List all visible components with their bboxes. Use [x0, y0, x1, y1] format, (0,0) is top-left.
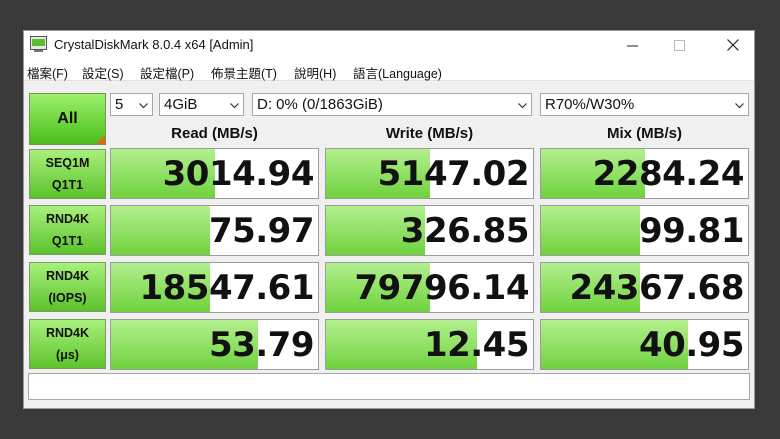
app-icon	[30, 36, 47, 52]
maximize-button[interactable]	[656, 31, 702, 59]
seq1m-q1t1-button[interactable]: SEQ1M Q1T1	[29, 149, 106, 199]
drive-select[interactable]: D: 0% (0/1863GiB)	[252, 93, 532, 116]
menu-language[interactable]: 語言(Language)	[353, 63, 442, 82]
test-count-select[interactable]: 5	[110, 93, 153, 116]
menu-help[interactable]: 說明(H)	[294, 63, 336, 82]
read-value: 18547.61	[139, 267, 314, 308]
menu-file[interactable]: 檔案(F)	[27, 63, 68, 82]
write-value: 326.85	[400, 210, 530, 251]
test-size-select[interactable]: 4GiB	[159, 93, 244, 116]
write-value: 5147.02	[377, 153, 530, 194]
result-cell-mix: 24367.68	[540, 262, 749, 313]
title-bar: CrystalDiskMark 8.0.4 x64 [Admin]	[24, 31, 754, 59]
row-label-line2: (μs)	[56, 348, 79, 362]
mix-value: 24367.68	[569, 267, 744, 308]
row-label-line1: RND4K	[45, 326, 90, 340]
read-value: 75.97	[208, 210, 315, 251]
score-bar	[111, 206, 211, 255]
mix-column-header: Mix (MB/s)	[607, 125, 682, 142]
window-title: CrystalDiskMark 8.0.4 x64 [Admin]	[54, 37, 254, 52]
row-label-line1: RND4K	[45, 269, 90, 283]
row-label-line2: (IOPS)	[48, 291, 87, 305]
chevron-down-icon	[518, 101, 527, 110]
chevron-down-icon	[139, 101, 148, 110]
menu-settings[interactable]: 設定(S)	[82, 63, 124, 82]
rnd4k-iops-button[interactable]: RND4K (IOPS)	[29, 262, 106, 312]
mix-mode-select[interactable]: R70%/W30%	[540, 93, 749, 116]
mix-value: 99.81	[638, 210, 745, 251]
row-label-line2: Q1T1	[51, 234, 84, 248]
test-count-value: 5	[115, 96, 124, 113]
chevron-down-icon	[735, 101, 744, 110]
result-cell-write: 79796.14	[325, 262, 534, 313]
result-cell-mix: 2284.24	[540, 148, 749, 199]
menu-theme[interactable]: 佈景主題(T)	[211, 63, 277, 82]
drive-value: D: 0% (0/1863GiB)	[257, 96, 383, 113]
rnd4k-q1t1-button[interactable]: RND4K Q1T1	[29, 205, 106, 255]
result-cell-mix: 99.81	[540, 205, 749, 256]
write-value: 79796.14	[354, 267, 529, 308]
minimize-button[interactable]	[609, 31, 655, 59]
all-button[interactable]: All	[29, 93, 106, 145]
result-cell-read: 53.79	[110, 319, 319, 370]
mix-value: 2284.24	[592, 153, 745, 194]
write-column-header: Write (MB/s)	[385, 125, 474, 142]
score-bar	[541, 206, 641, 255]
result-cell-mix: 40.95	[540, 319, 749, 370]
write-value: 12.45	[423, 324, 530, 365]
row-label-line1: RND4K	[45, 212, 90, 226]
result-cell-write: 5147.02	[325, 148, 534, 199]
mix-mode-value: R70%/W30%	[545, 96, 635, 113]
mix-value: 40.95	[638, 324, 745, 365]
menu-profile[interactable]: 設定檔(P)	[140, 63, 194, 82]
chevron-down-icon	[230, 101, 239, 110]
result-cell-read: 3014.94	[110, 148, 319, 199]
close-button[interactable]	[710, 31, 756, 59]
rnd4k-latency-button[interactable]: RND4K (μs)	[29, 319, 106, 369]
read-value: 3014.94	[162, 153, 315, 194]
result-cell-write: 326.85	[325, 205, 534, 256]
result-cell-read: 75.97	[110, 205, 319, 256]
menu-bar: 檔案(F) 設定(S) 設定檔(P) 佈景主題(T) 說明(H) 語言(Lang…	[24, 59, 754, 81]
test-size-value: 4GiB	[164, 96, 198, 113]
row-label-line2: Q1T1	[51, 178, 84, 192]
comment-field[interactable]	[28, 373, 750, 400]
row-label-line1: SEQ1M	[45, 156, 90, 170]
read-column-header: Read (MB/s)	[171, 125, 258, 142]
result-cell-write: 12.45	[325, 319, 534, 370]
app-window: CrystalDiskMark 8.0.4 x64 [Admin] 檔案(F) …	[23, 30, 755, 409]
read-value: 53.79	[208, 324, 315, 365]
result-cell-read: 18547.61	[110, 262, 319, 313]
